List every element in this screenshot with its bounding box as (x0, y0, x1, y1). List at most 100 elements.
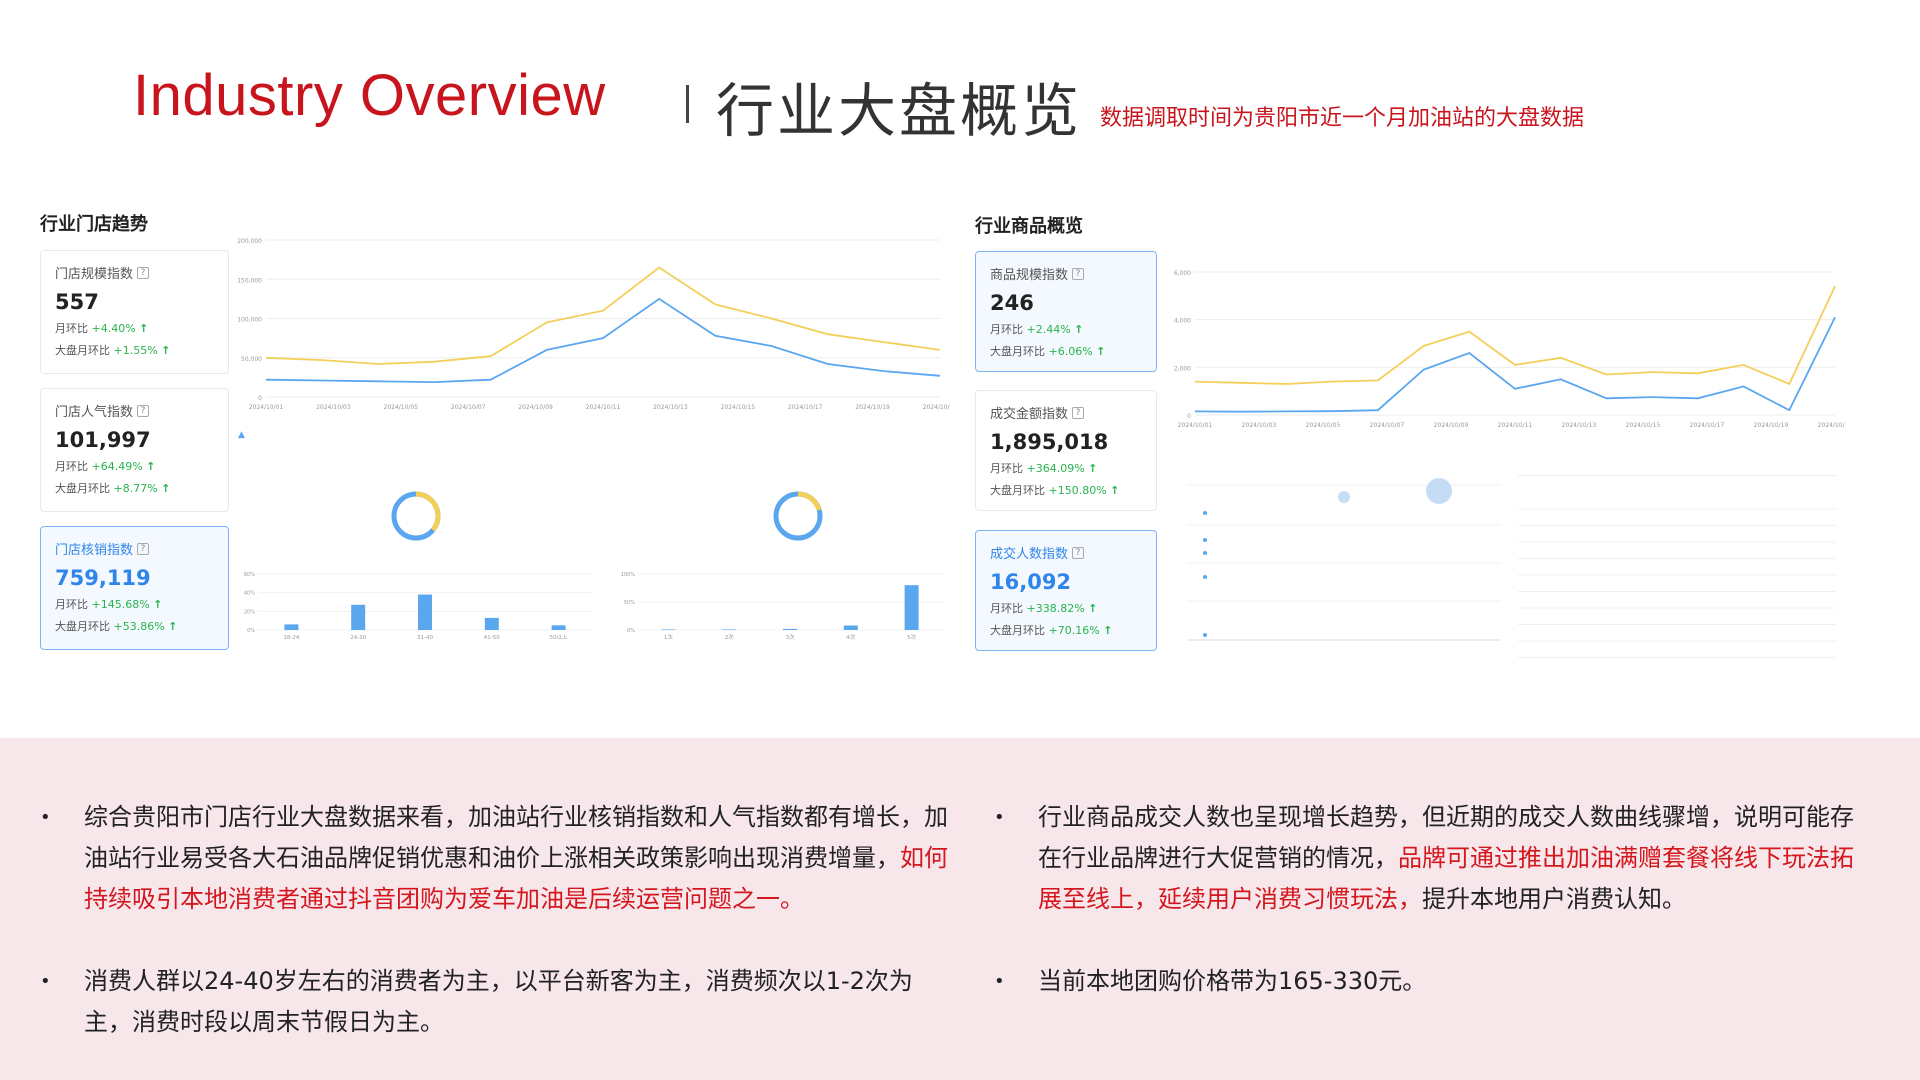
up-arrow-icon: ↑ (153, 598, 163, 611)
age-donut-chart (391, 491, 441, 541)
mom-value: +4.40% (91, 322, 136, 335)
up-arrow-icon: ↑ (161, 344, 171, 357)
x-tick-label: 2024/10/09 (518, 404, 553, 411)
metric-value: 16,092 (990, 570, 1072, 594)
x-tick-label: 50以上 (550, 633, 568, 641)
bar (722, 629, 737, 630)
metric-label: 成交人数指数 (990, 547, 1069, 562)
mom-label: 月环比 (55, 598, 88, 611)
up-arrow-icon: ↑ (168, 620, 178, 633)
help-icon[interactable]: ? (1072, 267, 1085, 280)
help-icon[interactable]: ? (137, 404, 150, 417)
market-label: 大盘月环比 (55, 620, 110, 633)
bar (484, 617, 499, 630)
market-label: 大盘月环比 (55, 344, 110, 357)
y-tick-label: 0 (1187, 413, 1191, 420)
bar (551, 625, 566, 630)
insight-left-2: • 消费人群以24-40岁左右的消费者为主，以平台新客为主，消费频次以1-2次为… (40, 961, 954, 1043)
x-tick-label: 5次 (907, 633, 916, 641)
up-arrow-icon: ↑ (1096, 345, 1106, 358)
market-value: +1.55% (113, 344, 158, 357)
bullet-icon: • (994, 807, 1005, 828)
right-panel-title: 行业商品概览 (975, 216, 1083, 237)
help-icon[interactable]: ? (137, 266, 150, 279)
up-arrow-icon: ↑ (1088, 462, 1098, 475)
bar (843, 625, 858, 630)
help-icon[interactable]: ? (137, 542, 150, 555)
x-tick-label: 2次 (725, 633, 734, 641)
mom-value: +364.09% (1026, 462, 1085, 475)
product-trend-line-chart: 6,000 4,000 2,000 0 2024/10/01 2024/10/03 2024… (1174, 270, 1845, 429)
y-tick-label: 60% (244, 572, 255, 578)
up-arrow-icon: ↑ (1088, 602, 1098, 615)
title-cn: 行业大盘概览 (716, 77, 1083, 145)
bar (351, 604, 366, 630)
mom-label: 月环比 (990, 323, 1023, 336)
metric-label: 门店规模指数 (55, 267, 134, 282)
frequency-donut-chart (773, 491, 823, 541)
x-tick-label: 2024/10/11 (1498, 422, 1533, 429)
market-label: 大盘月环比 (990, 624, 1045, 637)
metric-card-store-popularity[interactable]: 门店人气指数? 101,997 月环比 +64.49% ↑ 大盘月环比 +8.7… (40, 388, 229, 512)
up-arrow-icon: ↑ (1110, 484, 1120, 497)
x-tick-label: 2024/10/07 (1370, 422, 1405, 429)
x-tick-label: 2024/10/19 (855, 404, 890, 411)
market-value: +6.06% (1048, 345, 1093, 358)
metric-label: 门店人气指数 (55, 405, 134, 420)
consumer-profile-heading: ▲ (238, 430, 245, 440)
title-separator (686, 85, 689, 123)
y-tick-label: 0 (258, 395, 262, 402)
metric-label: 门店核销指数 (55, 543, 134, 558)
insight-left-1: • 综合贵阳市门店行业大盘数据来看，加油站行业核销指数和人气指数都有增长，加油站… (40, 797, 954, 920)
mom-label: 月环比 (55, 460, 88, 473)
y-tick-label: 6,000 (1174, 270, 1191, 277)
y-tick-label: 0% (627, 628, 635, 634)
metric-card-gmv[interactable]: 成交金额指数? 1,895,018 月环比 +364.09% ↑ 大盘月环比 +… (975, 390, 1157, 511)
x-tick-label: 2024/10/19 (1754, 422, 1789, 429)
data-note: 数据调取时间为贵阳市近一个月加油站的大盘数据 (1100, 106, 1585, 131)
metric-card-product-scale[interactable]: 商品规模指数? 246 月环比 +2.44% ↑ 大盘月环比 +6.06% ↑ (975, 251, 1157, 372)
y-tick-label: 50% (624, 600, 635, 606)
insight-text: 当前本地团购价格带为165-330元。 (1038, 967, 1427, 995)
mom-label: 月环比 (55, 322, 88, 335)
y-tick-label: 4,000 (1174, 318, 1191, 325)
x-tick-label: 2024/10/17 (1690, 422, 1725, 429)
x-tick-label: 2024/10/11 (586, 404, 621, 411)
x-tick-label: 2024/10/17 (788, 404, 823, 411)
y-tick-label: 100,000 (237, 317, 262, 324)
help-icon[interactable]: ? (1072, 546, 1085, 559)
metric-card-store-redemption[interactable]: 门店核销指数? 759,119 月环比 +145.68% ↑ 大盘月环比 +53… (40, 526, 229, 650)
metric-label: 成交金额指数 (990, 407, 1069, 422)
x-tick-label: 2024/10/15 (721, 404, 756, 411)
y-tick-label: 0% (247, 628, 255, 634)
mom-label: 月环比 (990, 602, 1023, 615)
metric-card-store-scale[interactable]: 门店规模指数? 557 月环比 +4.40% ↑ 大盘月环比 +1.55% ↑ (40, 250, 229, 374)
x-tick-label: 2024/10/13 (1562, 422, 1597, 429)
y-tick-label: 2,000 (1174, 365, 1191, 372)
price-band-table (1518, 475, 1836, 660)
bar (284, 624, 299, 630)
frequency-bar-chart: 100% 50% 0% 1次 2次 3次 4次 5次 (621, 572, 942, 641)
help-icon[interactable]: ? (1072, 406, 1085, 419)
series-line-1 (265, 266, 941, 365)
x-tick-label: 2024/10/13 (653, 404, 688, 411)
metric-label: 商品规模指数 (990, 268, 1069, 283)
bar (783, 628, 797, 630)
user-icon: ▲ (238, 430, 245, 440)
x-tick-label: 2024/10/01 (249, 404, 284, 411)
mom-value: +145.68% (91, 598, 150, 611)
x-tick-label: 1次 (664, 633, 673, 641)
x-tick-label: 2024/10/03 (316, 404, 351, 411)
x-tick-label: 31-40 (417, 635, 433, 641)
insight-right-1: • 行业商品成交人数也呈现增长趋势，但近期的成交人数曲线骤增，说明可能存在行业品… (994, 797, 1858, 920)
x-tick-label: 2024/10/05 (1306, 422, 1341, 429)
x-tick-label: 2024/10/09 (1434, 422, 1469, 429)
y-tick-label: 20% (244, 609, 255, 615)
y-tick-label: 40% (244, 591, 255, 597)
x-tick-label: 2024/10/03 (1242, 422, 1277, 429)
y-tick-label: 200,000 (237, 238, 262, 245)
insight-right-2: • 当前本地团购价格带为165-330元。 (994, 961, 1858, 1002)
bullet-icon: • (40, 807, 51, 828)
metric-card-buyers[interactable]: 成交人数指数? 16,092 月环比 +338.82% ↑ 大盘月环比 +70.… (975, 530, 1157, 651)
market-value: +70.16% (1048, 624, 1100, 637)
